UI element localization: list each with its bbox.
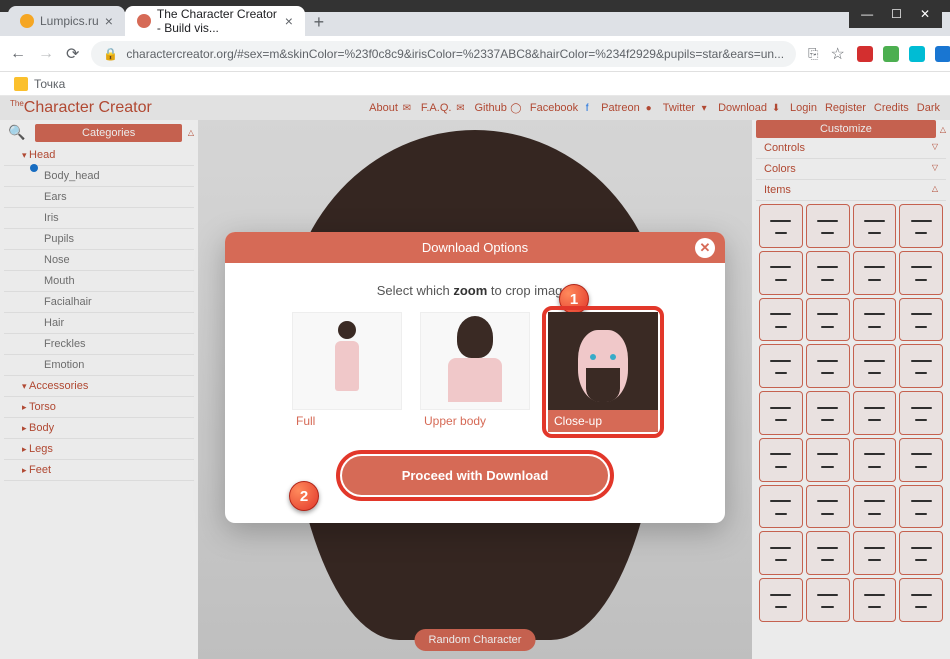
browser-toolbar: ← → ⟳ 🔒 charactercreator.org/#sex=m&skin… <box>0 36 950 72</box>
app-viewport: TheCharacter Creator About✉ F.A.Q.✉ Gith… <box>0 96 950 659</box>
zoom-option-closeup[interactable]: Close-up <box>548 312 658 432</box>
maximize-icon[interactable]: ☐ <box>891 7 902 21</box>
zoom-option-full[interactable]: Full <box>292 312 402 432</box>
proceed-button-wrap: Proceed with Download <box>342 456 609 495</box>
lock-icon: 🔒 <box>103 47 118 61</box>
extension-icon[interactable] <box>857 46 873 62</box>
close-modal-button[interactable]: ✕ <box>695 238 715 258</box>
modal-overlay: Download Options ✕ 1 Select which zoom t… <box>0 96 950 659</box>
browser-tab-charactercreator[interactable]: The Character Creator - Build vis... × <box>125 6 305 36</box>
folder-icon <box>14 77 28 91</box>
download-options-modal: Download Options ✕ 1 Select which zoom t… <box>225 232 725 523</box>
zoom-label: Full <box>292 410 402 432</box>
favicon-icon <box>20 14 34 28</box>
star-icon[interactable]: ☆ <box>830 44 844 64</box>
close-window-icon[interactable]: ✕ <box>920 7 930 21</box>
close-tab-icon[interactable]: × <box>285 13 293 29</box>
new-tab-button[interactable]: + <box>305 8 333 36</box>
back-button[interactable]: ← <box>10 45 26 63</box>
zoom-label: Upper body <box>420 410 530 432</box>
address-bar[interactable]: 🔒 charactercreator.org/#sex=m&skinColor=… <box>91 41 796 67</box>
zoom-options: Full Upper body Close-up <box>249 312 701 432</box>
extensions <box>857 46 950 62</box>
tab-title: The Character Creator - Build vis... <box>157 7 279 35</box>
bookmarks-bar: Точка <box>0 72 950 96</box>
favicon-icon <box>137 14 151 28</box>
extension-icon[interactable] <box>883 46 899 62</box>
forward-button[interactable]: → <box>38 45 54 63</box>
window-controls: — ☐ ✕ <box>849 0 942 28</box>
modal-title: Download Options <box>422 240 528 255</box>
extension-icon[interactable] <box>935 46 950 62</box>
zoom-thumbnail <box>548 312 658 410</box>
modal-title-bar: Download Options ✕ <box>225 232 725 263</box>
annotation-callout-2: 2 <box>289 481 319 511</box>
bookmark-item[interactable]: Точка <box>34 77 65 91</box>
minimize-icon[interactable]: — <box>861 7 873 21</box>
modal-body: 1 Select which zoom to crop image: Full … <box>225 263 725 523</box>
zoom-thumbnail <box>420 312 530 410</box>
extension-icon[interactable] <box>909 46 925 62</box>
zoom-thumbnail <box>292 312 402 410</box>
browser-tab-lumpics[interactable]: Lumpics.ru × <box>8 6 125 36</box>
proceed-download-button[interactable]: Proceed with Download <box>342 456 609 495</box>
modal-prompt: Select which zoom to crop image: <box>249 283 701 298</box>
reload-button[interactable]: ⟳ <box>66 44 79 64</box>
translate-icon[interactable]: ⎘ <box>808 46 818 62</box>
url-text: charactercreator.org/#sex=m&skinColor=%2… <box>126 47 784 61</box>
zoom-label: Close-up <box>548 410 658 432</box>
annotation-callout-1: 1 <box>559 284 589 314</box>
close-tab-icon[interactable]: × <box>105 13 113 29</box>
tab-title: Lumpics.ru <box>40 14 99 28</box>
zoom-option-upper-body[interactable]: Upper body <box>420 312 530 432</box>
